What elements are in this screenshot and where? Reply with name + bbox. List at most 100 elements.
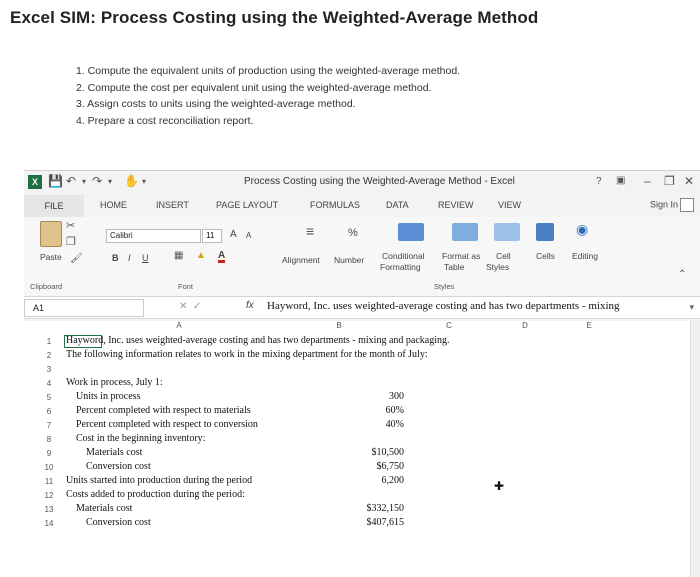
cell-c7[interactable]: 40% (354, 419, 404, 430)
copy-icon[interactable]: ❐ (66, 235, 76, 248)
row-number[interactable]: 14 (36, 519, 62, 528)
row-number[interactable]: 5 (36, 393, 62, 402)
row-number[interactable]: 4 (36, 379, 62, 388)
cell-styles-line2[interactable]: Styles (486, 262, 509, 272)
undo-dropdown-icon[interactable]: ▾ (82, 177, 86, 186)
redo-icon[interactable]: ↷ (92, 174, 102, 188)
sign-in-link[interactable]: Sign In (650, 198, 694, 212)
column-header-e[interactable]: E (574, 321, 604, 333)
column-header-b[interactable]: B (324, 321, 354, 333)
undo-icon[interactable]: ↶ (66, 174, 76, 188)
row-number[interactable]: 3 (36, 365, 62, 374)
cut-icon[interactable]: ✂ (66, 219, 75, 232)
cells-icon[interactable] (536, 223, 554, 241)
conditional-formatting-line1[interactable]: Conditional (382, 251, 425, 261)
paste-button[interactable]: Paste (40, 252, 62, 262)
borders-icon[interactable]: ▦ (174, 250, 183, 261)
number-format-icon[interactable]: % (348, 227, 358, 239)
worksheet-grid[interactable]: A B C D E 1 Hayword, Inc. uses weighted-… (24, 321, 700, 577)
name-box[interactable]: A1 (24, 299, 144, 317)
shrink-font-button[interactable]: A (246, 231, 251, 240)
redo-dropdown-icon[interactable]: ▾ (108, 177, 112, 186)
tab-view[interactable]: VIEW (498, 200, 521, 210)
fill-color-icon[interactable]: ▲ (196, 250, 206, 261)
cell-a10[interactable]: Conversion cost (86, 461, 151, 472)
row-number[interactable]: 11 (36, 477, 62, 486)
insert-function-button[interactable]: fx (246, 300, 254, 311)
font-size-select[interactable]: 11 (202, 229, 222, 243)
cell-c13[interactable]: $332,150 (344, 503, 405, 514)
cell-a5[interactable]: Units in process (76, 391, 140, 402)
column-header-d[interactable]: D (510, 321, 540, 333)
format-as-table-line1[interactable]: Format as (442, 251, 480, 261)
row-number[interactable]: 13 (36, 505, 62, 514)
expand-formula-bar-icon[interactable]: ▾ (689, 302, 694, 313)
cell-styles-line1[interactable]: Cell (496, 251, 511, 261)
cell-a6[interactable]: Percent completed with respect to materi… (76, 405, 251, 416)
row-number[interactable]: 8 (36, 435, 62, 444)
cells-button[interactable]: Cells (536, 251, 555, 261)
find-binoculars-icon[interactable]: ◉ (576, 221, 588, 238)
column-header-a[interactable]: A (164, 321, 194, 333)
cell-c11[interactable]: 6,200 (344, 475, 405, 486)
cell-styles-icon[interactable] (494, 223, 520, 241)
cell-c14[interactable]: $407,615 (344, 517, 405, 528)
cell-a12[interactable]: Costs added to production during the per… (66, 489, 245, 500)
ribbon-display-options-icon[interactable]: ▣ (616, 175, 625, 186)
row-number[interactable]: 6 (36, 407, 62, 416)
tab-insert[interactable]: INSERT (156, 200, 189, 210)
tab-file[interactable]: FILE (24, 195, 84, 217)
cell-a14[interactable]: Conversion cost (86, 517, 151, 528)
cell-c6[interactable]: 60% (354, 405, 404, 416)
cell-a2[interactable]: The following information relates to wor… (66, 349, 428, 360)
minimize-icon[interactable]: – (644, 174, 651, 188)
cell-c9[interactable]: $10,500 (344, 447, 405, 458)
cell-a11[interactable]: Units started into production during the… (66, 475, 252, 486)
tab-review[interactable]: REVIEW (438, 200, 474, 210)
restore-icon[interactable]: ❐ (664, 174, 675, 188)
format-as-table-line2[interactable]: Table (444, 262, 464, 272)
cell-a4[interactable]: Work in process, July 1: (66, 377, 163, 388)
column-header-c[interactable]: C (434, 321, 464, 333)
tab-formulas[interactable]: FORMULAS (310, 200, 360, 210)
tab-home[interactable]: HOME (100, 200, 127, 210)
cell-a7[interactable]: Percent completed with respect to conver… (76, 419, 258, 430)
underline-button[interactable]: U (142, 253, 149, 263)
save-icon[interactable]: 💾 (48, 174, 63, 188)
conditional-formatting-line2[interactable]: Formatting (380, 262, 421, 272)
alignment-button[interactable]: Alignment (282, 255, 320, 265)
paste-icon[interactable] (40, 221, 62, 247)
italic-button[interactable]: I (128, 253, 131, 263)
bold-button[interactable]: B (112, 253, 119, 263)
font-name-select[interactable]: Calibri (106, 229, 201, 243)
cell-a8[interactable]: Cost in the beginning inventory: (76, 433, 205, 444)
cell-a1[interactable]: Hayword, Inc. uses weighted-average cost… (66, 335, 450, 346)
conditional-formatting-icon[interactable] (398, 223, 424, 241)
row-number[interactable]: 7 (36, 421, 62, 430)
row-number[interactable]: 2 (36, 351, 62, 360)
format-as-table-icon[interactable] (452, 223, 478, 241)
vertical-scrollbar[interactable] (690, 321, 700, 577)
tab-data[interactable]: DATA (386, 200, 409, 210)
number-button[interactable]: Number (334, 255, 364, 265)
tab-page-layout[interactable]: PAGE LAYOUT (216, 200, 278, 210)
editing-button[interactable]: Editing (572, 251, 598, 261)
customize-toolbar-icon[interactable]: ▾ (142, 177, 146, 186)
row-number[interactable]: 1 (36, 337, 62, 346)
cell-c5[interactable]: 300 (354, 391, 404, 402)
row-number[interactable]: 12 (36, 491, 62, 500)
cell-a9[interactable]: Materials cost (86, 447, 142, 458)
touch-mode-icon[interactable]: ✋ (124, 174, 139, 188)
row-number[interactable]: 10 (36, 463, 62, 472)
grow-font-button[interactable]: A (230, 229, 237, 240)
cell-a13[interactable]: Materials cost (76, 503, 132, 514)
formula-input[interactable]: Hayword, Inc. uses weighted-average cost… (267, 300, 620, 312)
help-button[interactable]: ? (596, 176, 602, 187)
row-number[interactable]: 9 (36, 449, 62, 458)
close-icon[interactable]: ✕ (684, 174, 694, 188)
cell-c10[interactable]: $6,750 (344, 461, 405, 472)
format-painter-icon[interactable]: 🖌 (70, 253, 83, 264)
font-color-icon[interactable]: A (218, 251, 226, 263)
alignment-icon[interactable]: ≡ (306, 223, 314, 239)
collapse-ribbon-icon[interactable]: ⌃ (678, 269, 686, 280)
